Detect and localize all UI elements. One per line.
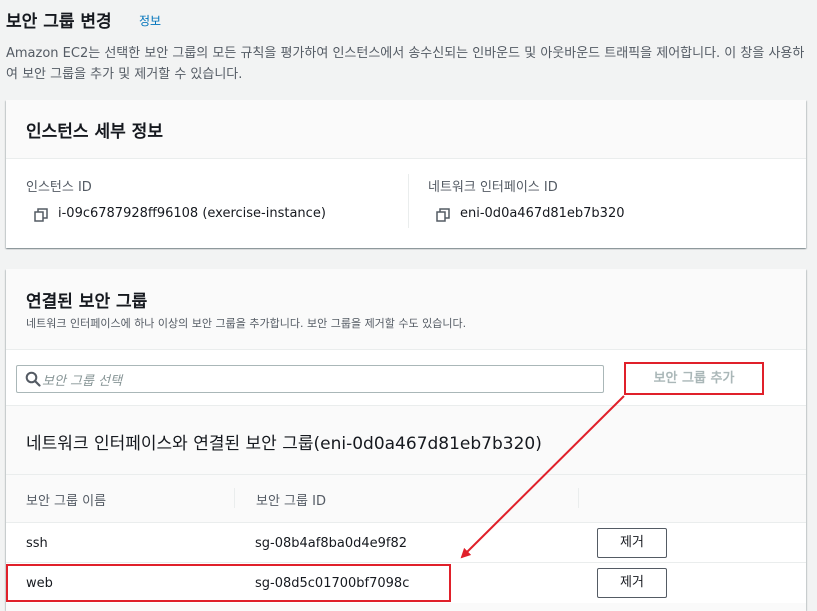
annotation-arrow bbox=[460, 395, 625, 559]
